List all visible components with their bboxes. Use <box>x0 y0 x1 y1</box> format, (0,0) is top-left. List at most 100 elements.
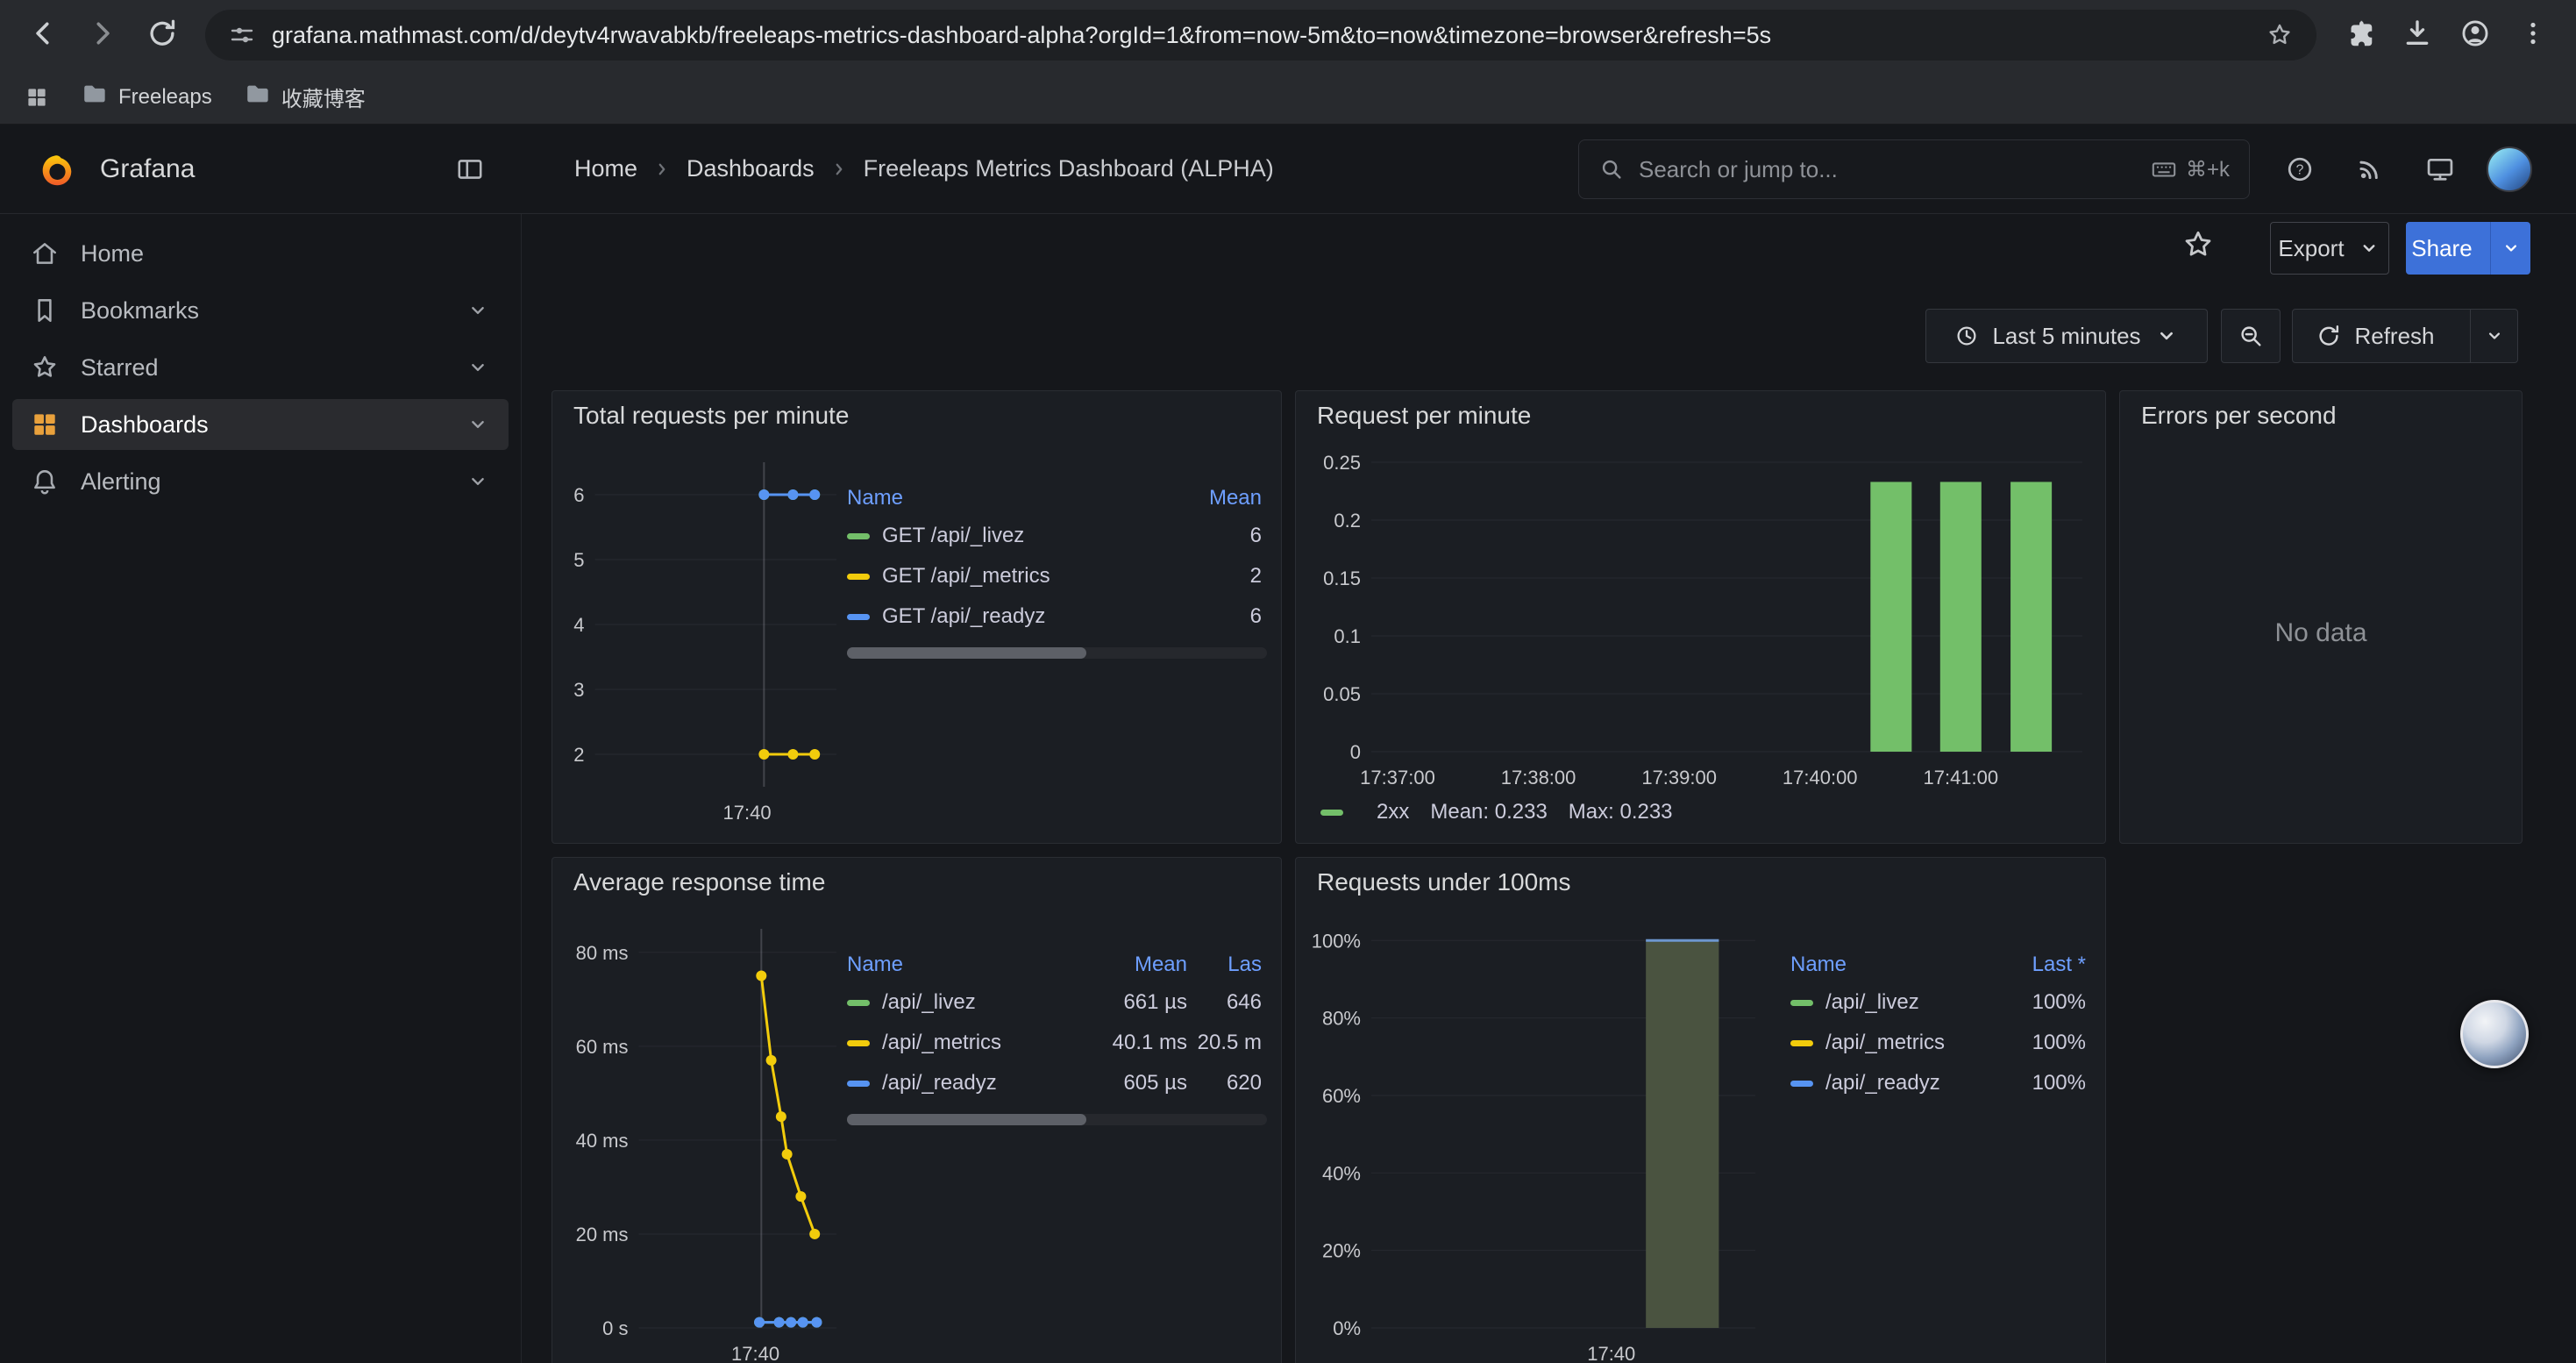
forward-button[interactable] <box>77 10 128 61</box>
panel-request-per-minute: Request per minute 0.250.20.150.10.05017… <box>1295 390 2106 844</box>
header-icons: ? <box>2276 125 2532 213</box>
average-response-time-chart[interactable]: 80 ms60 ms40 ms20 ms0 s17:40 <box>566 907 847 1363</box>
keyboard-icon <box>2151 156 2177 182</box>
legend-header: NameMeanLas <box>847 947 1267 982</box>
user-avatar[interactable] <box>2487 146 2532 192</box>
refresh-main[interactable]: Refresh <box>2293 310 2458 362</box>
requests-under-100ms-chart[interactable]: 100%80%60%40%20%0%17:40 <box>1310 907 1766 1363</box>
share-label[interactable]: Share <box>2406 222 2478 275</box>
chevron-down-icon[interactable] <box>465 468 491 495</box>
legend-max: Max: 0.233 <box>1569 800 1673 824</box>
refresh-interval-button[interactable] <box>2470 310 2517 362</box>
legend-item[interactable]: 2xxMean: 0.233Max: 0.233 <box>1320 800 1673 824</box>
panel-title[interactable]: Average response time <box>566 858 1267 907</box>
sidebar-toggle-icon[interactable] <box>455 154 485 184</box>
legend-scrollbar-thumb[interactable] <box>847 1114 1086 1125</box>
address-bar[interactable] <box>205 10 2316 61</box>
search-input[interactable] <box>1639 156 2137 183</box>
back-button[interactable] <box>18 10 68 61</box>
legend-col-las[interactable]: Las <box>1187 953 1262 977</box>
kebab-menu-icon <box>2516 17 2550 54</box>
time-range-picker[interactable]: Last 5 minutes <box>1925 309 2208 363</box>
legend-col-mean[interactable]: Mean <box>1073 953 1187 977</box>
legend-col-mean[interactable]: Mean <box>1156 486 1262 510</box>
svg-text:20 ms: 20 ms <box>576 1224 629 1245</box>
legend-col-name[interactable]: Name <box>847 953 1073 977</box>
search-box[interactable]: ⌘+k <box>1578 139 2250 199</box>
svg-text:?: ? <box>2296 162 2304 177</box>
browser-menu-button[interactable] <box>2508 10 2558 61</box>
legend-row[interactable]: GET /api/_metrics2 <box>847 556 1267 596</box>
series-swatch <box>847 1040 870 1046</box>
grafana-header: Grafana Home Dashboards Freeleaps Metric… <box>0 125 2576 214</box>
refresh-label: Refresh <box>2354 323 2434 350</box>
sidebar-item-starred[interactable]: Starred <box>12 342 509 393</box>
svg-text:0.15: 0.15 <box>1323 567 1361 589</box>
home-icon <box>30 239 60 268</box>
panel-title[interactable]: Request per minute <box>1310 391 2091 440</box>
legend-col-last[interactable]: Last * <box>1981 953 2086 977</box>
zoom-out-button[interactable] <box>2221 309 2281 363</box>
request-per-minute-chart[interactable]: 0.250.20.150.10.05017:37:0017:38:0017:39… <box>1310 440 2093 791</box>
legend-row[interactable]: GET /api/_readyz6 <box>847 596 1267 637</box>
svg-text:80 ms: 80 ms <box>576 942 629 964</box>
breadcrumb-dashboards[interactable]: Dashboards <box>687 155 815 182</box>
bookmark-folder-freeleaps[interactable]: Freeleaps <box>81 81 212 113</box>
sidebar-item-bookmarks[interactable]: Bookmarks <box>12 285 509 336</box>
legend-mean: Mean: 0.233 <box>1430 800 1547 824</box>
svg-text:4: 4 <box>573 614 584 636</box>
export-button[interactable]: Export <box>2270 222 2389 275</box>
chevron-down-icon[interactable] <box>465 354 491 381</box>
favorite-dashboard-button[interactable] <box>2173 221 2224 272</box>
site-settings-icon[interactable] <box>228 21 256 49</box>
apps-grid-icon[interactable] <box>25 85 49 110</box>
legend-row[interactable]: /api/_livez100% <box>1790 982 2091 1023</box>
news-rss-icon[interactable] <box>2346 146 2394 193</box>
help-icon[interactable]: ? <box>2276 146 2323 193</box>
profile-button[interactable] <box>2450 10 2501 61</box>
share-button[interactable]: Share <box>2406 222 2530 275</box>
bookmark-folder-blog[interactable]: 收藏博客 <box>244 81 366 113</box>
legend-row[interactable]: /api/_livez661 µs646 <box>847 982 1267 1023</box>
legend-col-name[interactable]: Name <box>1790 953 1981 977</box>
panel-title[interactable]: Total requests per minute <box>566 391 1267 440</box>
refresh-icon <box>2316 323 2342 349</box>
panel-title[interactable]: Requests under 100ms <box>1310 858 2091 907</box>
legend-row[interactable]: /api/_readyz605 µs620 <box>847 1063 1267 1103</box>
total-requests-chart[interactable]: 6543217:40 <box>566 440 847 826</box>
svg-text:20%: 20% <box>1322 1240 1361 1262</box>
breadcrumb-home[interactable]: Home <box>574 155 637 182</box>
legend-col-name[interactable]: Name <box>847 486 1156 510</box>
chevron-down-icon[interactable] <box>465 297 491 324</box>
sidebar-item-dashboards[interactable]: Dashboards <box>12 399 509 450</box>
legend-row[interactable]: /api/_metrics40.1 ms20.5 m <box>847 1023 1267 1063</box>
panel-total-requests-per-minute: Total requests per minute 6543217:40 Nam… <box>551 390 1282 844</box>
sidebar-item-home[interactable]: Home <box>12 228 509 279</box>
share-menu-button[interactable] <box>2490 222 2530 275</box>
no-data-message: No data <box>2134 440 2508 826</box>
panel-title[interactable]: Errors per second <box>2134 391 2508 440</box>
legend-scrollbar-thumb[interactable] <box>847 647 1086 659</box>
sidebar-item-label: Dashboards <box>81 411 444 439</box>
legend-row[interactable]: GET /api/_livez6 <box>847 516 1267 556</box>
time-range-label: Last 5 minutes <box>1992 323 2140 350</box>
legend-scrollbar[interactable] <box>847 1114 1267 1125</box>
extensions-button[interactable] <box>2334 10 2385 61</box>
browser-actions <box>2334 10 2558 61</box>
chevron-down-icon[interactable] <box>465 411 491 438</box>
reload-button[interactable] <box>137 10 188 61</box>
floating-avatar[interactable] <box>2460 1000 2529 1068</box>
display-icon[interactable] <box>2416 146 2464 193</box>
grafana-logo-icon[interactable] <box>37 149 77 189</box>
bookmark-icon <box>30 296 60 325</box>
sidebar-item-alerting[interactable]: Alerting <box>12 456 509 507</box>
legend-row[interactable]: /api/_metrics100% <box>1790 1023 2091 1063</box>
refresh-button[interactable]: Refresh <box>2292 309 2518 363</box>
url-input[interactable] <box>272 10 2250 61</box>
dashboards-grid-icon <box>30 410 60 439</box>
downloads-button[interactable] <box>2392 10 2443 61</box>
bookmark-star-icon[interactable] <box>2266 21 2294 49</box>
legend-scrollbar[interactable] <box>847 647 1267 659</box>
legend-row[interactable]: /api/_readyz100% <box>1790 1063 2091 1103</box>
svg-text:17:39:00: 17:39:00 <box>1641 767 1717 789</box>
